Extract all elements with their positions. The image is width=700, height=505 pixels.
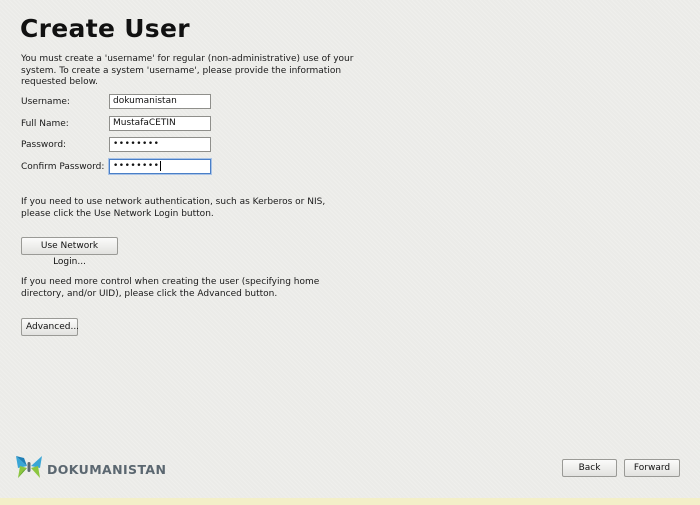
password-mask: •••••••• xyxy=(113,139,160,149)
confirm-password-label: Confirm Password: xyxy=(21,162,105,172)
network-auth-text: If you need to use network authenticatio… xyxy=(21,197,326,219)
fullname-value: MustafaCETIN xyxy=(113,118,176,128)
back-button[interactable]: Back xyxy=(562,459,617,477)
intro-text: You must create a 'username' for regular… xyxy=(21,54,354,87)
bottom-strip xyxy=(0,498,700,505)
page-title: Create User xyxy=(20,14,190,43)
logo-text: DOKUMANISTAN xyxy=(47,461,167,477)
username-value: dokumanistan xyxy=(113,96,177,106)
confirm-password-mask: •••••••• xyxy=(113,161,160,171)
advanced-text: If you need more control when creating t… xyxy=(21,277,320,299)
butterfly-logo-icon xyxy=(14,453,44,485)
text-caret xyxy=(160,160,162,171)
fullname-label: Full Name: xyxy=(21,119,69,129)
advanced-button[interactable]: Advanced... xyxy=(21,318,79,336)
password-field[interactable]: •••••••• xyxy=(109,137,211,152)
username-label: Username: xyxy=(21,97,70,107)
fullname-field[interactable]: MustafaCETIN xyxy=(109,116,211,131)
firstboot-page: Create User You must create a 'username'… xyxy=(0,0,700,505)
forward-button[interactable]: Forward xyxy=(624,459,680,477)
use-network-login-button[interactable]: Use Network Login... xyxy=(21,237,118,267)
password-label: Password: xyxy=(21,140,67,150)
confirm-password-field[interactable]: •••••••• xyxy=(109,159,211,174)
dokumanistan-logo: DOKUMANISTAN xyxy=(14,454,166,484)
username-field[interactable]: dokumanistan xyxy=(109,94,211,109)
